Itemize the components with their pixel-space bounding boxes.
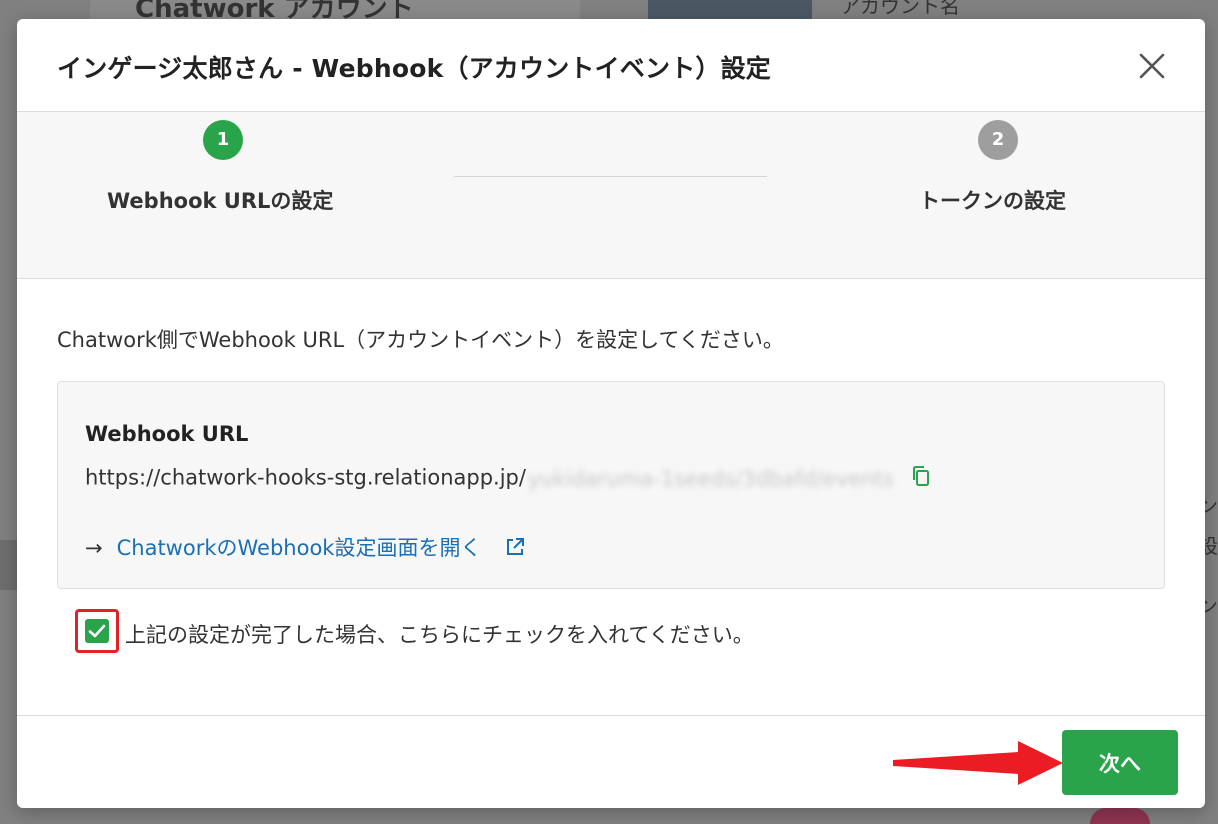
close-icon <box>1139 53 1165 79</box>
chatwork-settings-link-row: → ChatworkのWebhook設定画面を開く <box>85 532 526 563</box>
background-band <box>0 540 18 590</box>
instruction-text: Chatwork側でWebhook URL（アカウントイベント）を設定してくださ… <box>57 328 784 352</box>
webhook-url-redacted: yukidaruma-1seeds/3dbafd/events <box>527 466 894 491</box>
step-2-circle: 2 <box>978 120 1018 160</box>
modal-title: インゲージ太郎さん - Webhook（アカウントイベント）設定 <box>57 54 771 83</box>
webhook-url-heading: Webhook URL <box>85 422 249 446</box>
close-button[interactable] <box>1135 49 1169 83</box>
modal-header: インゲージ太郎さん - Webhook（アカウントイベント）設定 <box>17 19 1205 112</box>
confirmation-label: 上記の設定が完了した場合、こちらにチェックを入れてください。 <box>125 623 754 647</box>
webhook-url-line: https://chatwork-hooks-stg.relationapp.j… <box>85 464 932 493</box>
chatwork-webhook-settings-link[interactable]: ChatworkのWebhook設定画面を開く <box>117 536 482 560</box>
next-button[interactable]: 次へ <box>1062 730 1178 795</box>
background-account-label: アカウント名 <box>840 0 960 18</box>
background-avatar <box>648 0 812 20</box>
webhook-url-panel: Webhook URL https://chatwork-hooks-stg.r… <box>57 381 1165 589</box>
background-pink-shape <box>1090 808 1150 824</box>
confirmation-checkbox[interactable] <box>85 619 109 643</box>
red-arrow-annotation <box>893 741 1063 785</box>
copy-button[interactable] <box>910 464 932 493</box>
checkmark-icon <box>88 624 106 638</box>
step-2-label: トークンの設定 <box>919 189 1066 213</box>
modal-body: Chatwork側でWebhook URL（アカウントイベント）を設定してくださ… <box>17 279 1205 716</box>
external-link-icon <box>504 536 526 563</box>
copy-icon <box>913 466 930 486</box>
step-1-circle: 1 <box>203 120 243 160</box>
webhook-settings-modal: インゲージ太郎さん - Webhook（アカウントイベント）設定 1 Webho… <box>17 19 1205 808</box>
step-connector <box>454 176 767 177</box>
modal-footer: 次へ <box>17 715 1205 808</box>
webhook-url-text: https://chatwork-hooks-stg.relationapp.j… <box>85 465 526 490</box>
arrow-glyph: → <box>85 536 103 560</box>
step-1-label: Webhook URLの設定 <box>107 189 334 213</box>
step-indicator: 1 Webhook URLの設定 2 トークンの設定 <box>17 112 1205 279</box>
